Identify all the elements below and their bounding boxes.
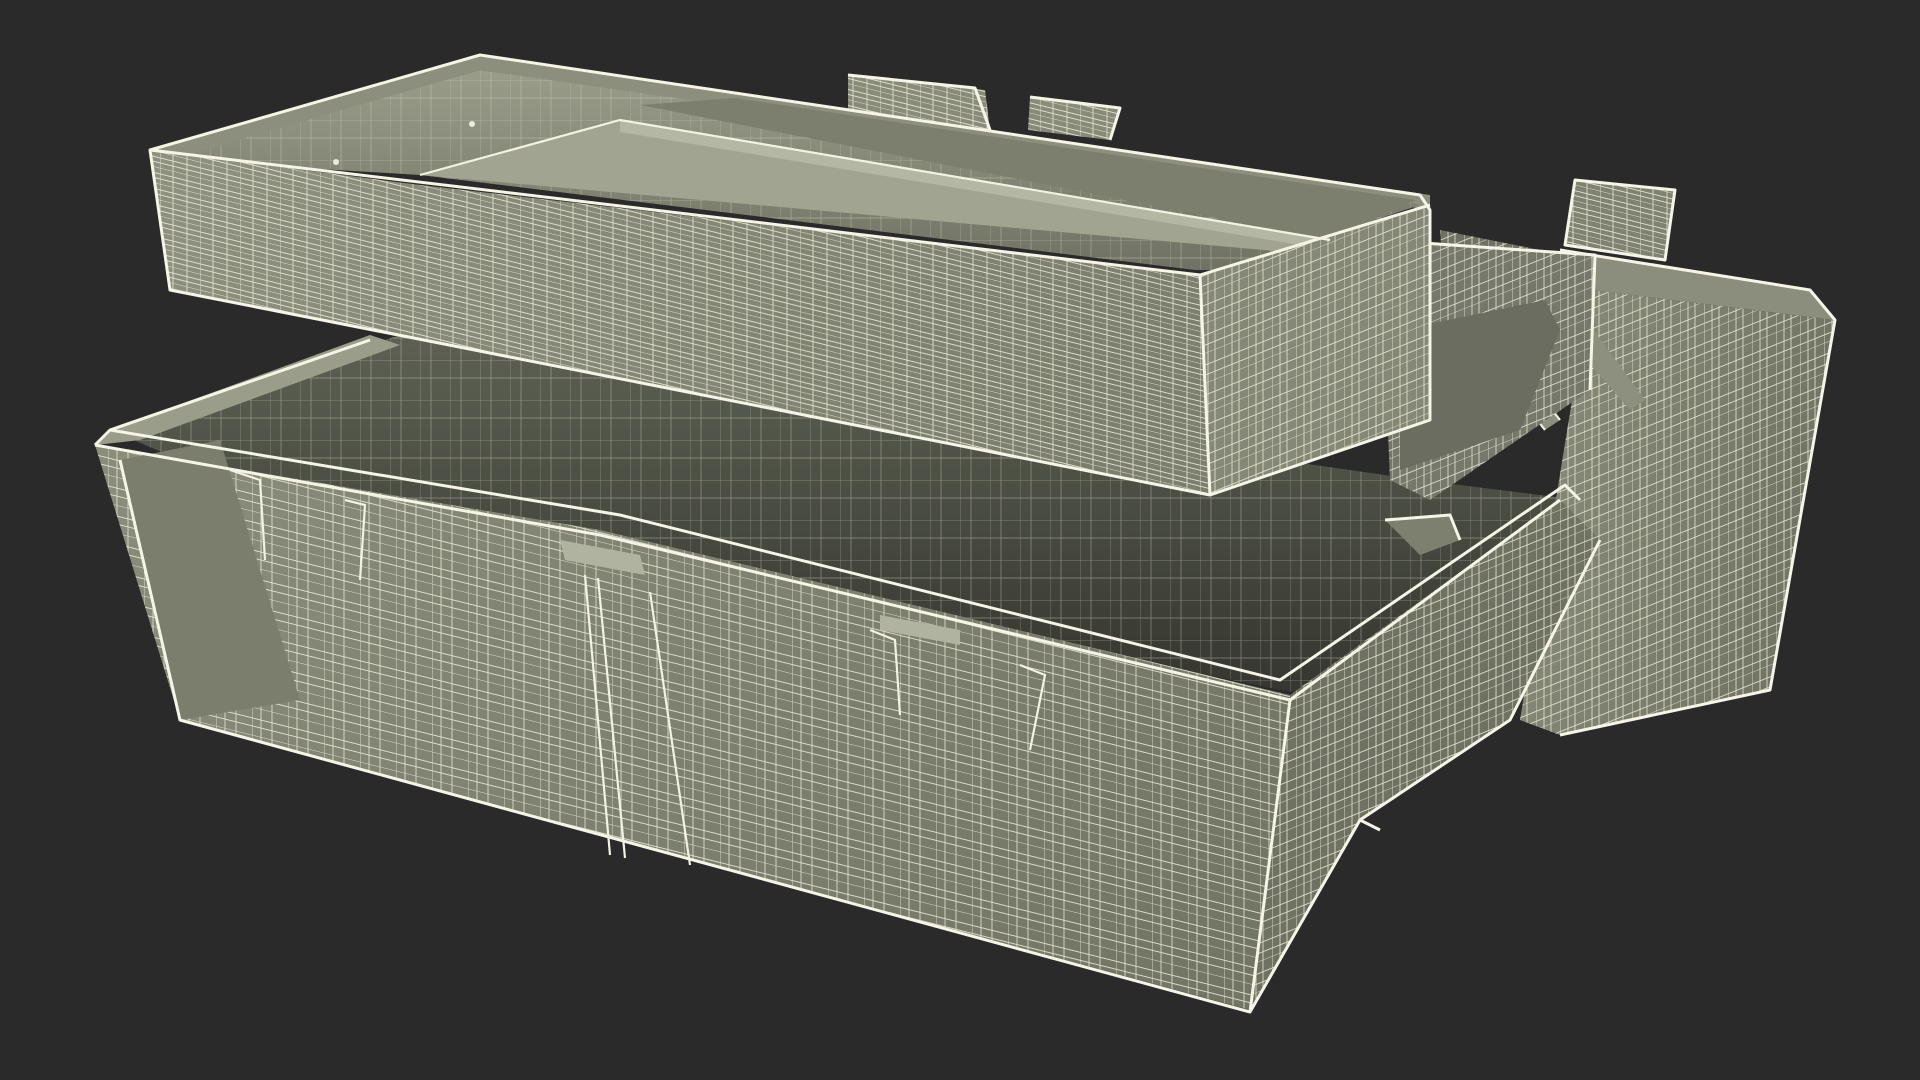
wireframe-model <box>93 53 1837 1014</box>
viewport <box>0 0 1920 1080</box>
